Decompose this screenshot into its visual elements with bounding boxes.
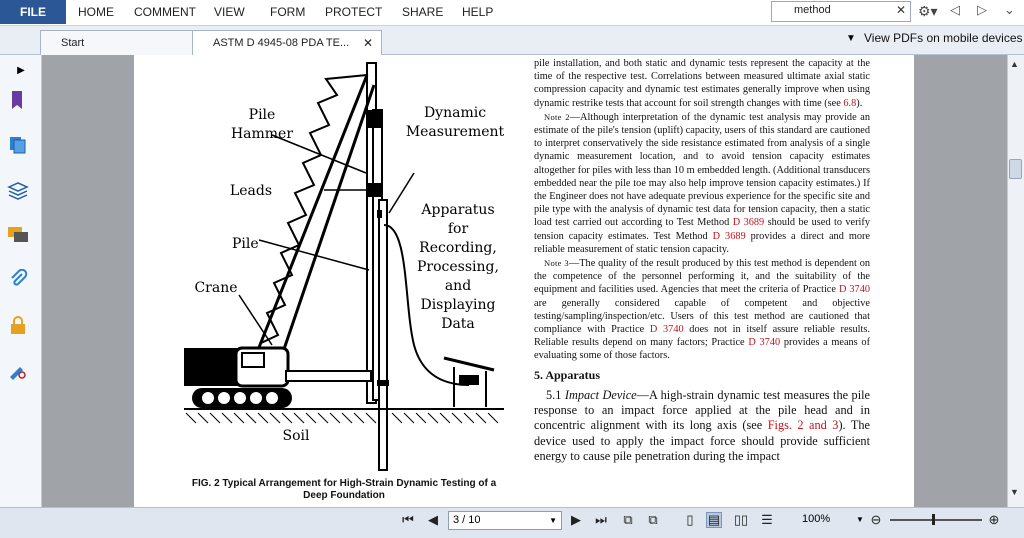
figure-caption: FIG. 2 Typical Arrangement for High-Stra…: [174, 478, 514, 502]
menu-bar: FILE HOME COMMENT VIEW FORM PROTECT SHAR…: [0, 0, 1024, 26]
forward-arrow-icon[interactable]: ▷: [977, 2, 987, 18]
menu-view[interactable]: VIEW: [214, 0, 245, 24]
figure-pile-testing: Pile Hammer Dynamic Measurement Leads Ap…: [184, 62, 505, 471]
file-menu-button[interactable]: FILE: [0, 0, 66, 24]
left-sidebar: ▶: [0, 55, 42, 507]
document-viewport[interactable]: Pile Hammer Dynamic Measurement Leads Ap…: [42, 55, 1007, 507]
label-pile-hammer-2: Hammer: [231, 126, 293, 142]
previous-view-icon[interactable]: ⧉: [620, 512, 636, 528]
zoom-slider-track[interactable]: [890, 519, 982, 521]
vertical-scrollbar[interactable]: ▲ ▼: [1007, 55, 1024, 507]
label-apparatus-4: and: [445, 278, 471, 294]
signature-icon[interactable]: [6, 358, 30, 382]
next-page-icon[interactable]: ▶: [568, 512, 584, 528]
menu-share[interactable]: SHARE: [402, 0, 443, 24]
note-2: Note 2—Although interpretation of the dy…: [534, 111, 870, 255]
label-apparatus-1: for: [448, 221, 469, 237]
last-page-icon[interactable]: ⏭: [593, 512, 609, 528]
label-apparatus-6: Data: [441, 316, 475, 332]
prev-page-icon[interactable]: ◀: [425, 512, 441, 528]
first-page-icon[interactable]: ⏮: [400, 512, 416, 528]
zoom-out-icon[interactable]: ⊖: [868, 512, 884, 528]
label-apparatus-2: Recording,: [419, 240, 497, 256]
lock-icon[interactable]: [6, 313, 30, 337]
single-page-icon[interactable]: ▯: [682, 512, 698, 528]
label-crane: Crane: [194, 280, 237, 296]
label-apparatus-3: Processing,: [417, 259, 499, 275]
bookmark-icon[interactable]: [6, 88, 30, 112]
label-pile-hammer-1: Pile: [249, 107, 276, 123]
menu-protect[interactable]: PROTECT: [325, 0, 382, 24]
pdf-page: Pile Hammer Dynamic Measurement Leads Ap…: [134, 55, 914, 507]
section-5-1: 5.1 Impact Device—A high-strain dynamic …: [534, 387, 870, 464]
menu-help[interactable]: HELP: [462, 0, 493, 24]
caption-line-1: FIG. 2 Typical Arrangement for High-Stra…: [191, 478, 497, 489]
tab-document-label: ASTM D 4945-08 PDA TE...: [213, 37, 350, 49]
dropdown-arrow-icon[interactable]: ▼: [846, 33, 856, 44]
caption-line-2: Deep Foundation: [303, 490, 385, 501]
comments-icon[interactable]: [6, 223, 30, 247]
back-arrow-icon[interactable]: ◁: [950, 2, 960, 18]
label-dynamic-1: Dynamic: [424, 105, 486, 121]
link-d3740-c[interactable]: D 3740: [748, 337, 780, 348]
tab-document[interactable]: ASTM D 4945-08 PDA TE... ✕: [192, 30, 382, 55]
menu-form[interactable]: FORM: [270, 0, 305, 24]
close-tab-icon[interactable]: ✕: [363, 31, 373, 55]
tab-start[interactable]: Start: [40, 30, 194, 55]
text-column: pile installation, and both static and d…: [534, 57, 870, 465]
page-dropdown-icon[interactable]: ▼: [549, 512, 557, 529]
layers-icon[interactable]: [6, 179, 30, 203]
scroll-down-icon[interactable]: ▼: [1010, 487, 1019, 497]
continuous-facing-icon[interactable]: ☰: [759, 512, 775, 528]
label-dynamic-2: Measurement: [406, 124, 505, 140]
zoom-in-icon[interactable]: ⊕: [986, 512, 1002, 528]
page-number-value: 3 / 10: [453, 514, 481, 526]
link-d3689-a[interactable]: D 3689: [733, 217, 764, 228]
scroll-up-icon[interactable]: ▲: [1010, 59, 1019, 69]
tab-start-label: Start: [61, 37, 85, 49]
search-value: method: [794, 4, 831, 16]
scrollbar-thumb[interactable]: [1009, 159, 1022, 179]
label-soil: Soil: [283, 428, 310, 444]
continuous-page-icon[interactable]: ▤: [706, 512, 722, 528]
pages-icon[interactable]: [6, 133, 30, 157]
zoom-dropdown-icon[interactable]: ▼: [856, 515, 864, 524]
tab-row: Start ASTM D 4945-08 PDA TE... ✕ ▼ View …: [0, 26, 1024, 55]
settings-gear-icon[interactable]: ⚙▾: [918, 3, 944, 21]
label-apparatus-5: Displaying: [420, 297, 495, 313]
facing-page-icon[interactable]: ▯▯: [733, 512, 749, 528]
note-3: Note 3—The quality of the result produce…: [534, 258, 871, 362]
search-input[interactable]: method ✕: [771, 1, 911, 22]
paragraph-continued: pile installation, and both static and d…: [534, 58, 870, 109]
section-heading: 5. Apparatus: [534, 367, 601, 382]
clear-search-icon[interactable]: ✕: [896, 3, 906, 17]
label-apparatus-0: Apparatus: [420, 202, 494, 218]
attachment-icon[interactable]: [6, 267, 30, 291]
menu-home[interactable]: HOME: [78, 0, 114, 24]
link-6-8[interactable]: 6.8: [843, 98, 856, 109]
link-figs-2-3[interactable]: Figs. 2 and 3: [768, 418, 839, 432]
mobile-link[interactable]: View PDFs on mobile devices: [864, 31, 1023, 45]
label-leads: Leads: [230, 183, 272, 199]
next-view-icon[interactable]: ⧉: [645, 512, 661, 528]
status-bar: ⏮ ◀ 3 / 10 ▼ ▶ ⏭ ⧉ ⧉ ▯ ▤ ▯▯ ☰ 100% ▼ ⊖ ⊕: [0, 507, 1024, 538]
zoom-slider-handle[interactable]: [932, 514, 935, 525]
link-d3740-b[interactable]: D 3740: [650, 324, 684, 335]
page-number-input[interactable]: 3 / 10 ▼: [448, 511, 562, 530]
link-d3689-b[interactable]: D 3689: [713, 231, 746, 242]
expand-chevron-icon[interactable]: ⌄: [1004, 2, 1015, 18]
menu-comment[interactable]: COMMENT: [134, 0, 196, 24]
expand-panel-icon[interactable]: ▶: [14, 58, 28, 82]
zoom-level[interactable]: 100%: [802, 513, 830, 525]
link-d3740-a[interactable]: D 3740: [839, 284, 870, 295]
label-pile: Pile: [232, 236, 259, 252]
